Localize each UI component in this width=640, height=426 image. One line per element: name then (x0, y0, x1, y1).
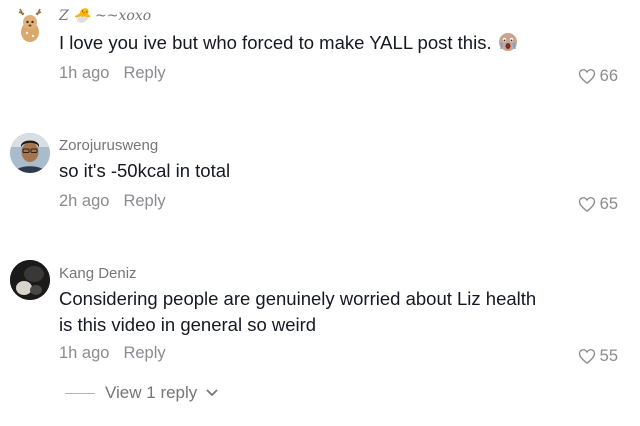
divider-line (65, 392, 95, 394)
person-avatar[interactable] (10, 133, 50, 173)
crying-face-emoji-icon (498, 32, 518, 52)
comment-time: 2h ago (59, 192, 110, 210)
dark-photo-avatar[interactable] (10, 260, 50, 300)
heart-icon (578, 197, 595, 213)
deer-avatar[interactable] (10, 6, 50, 46)
like-count: 65 (599, 195, 618, 213)
like-count: 55 (599, 347, 618, 365)
reply-button[interactable]: Reply (123, 192, 165, 210)
view-replies-label: View 1 reply (105, 383, 198, 402)
comment-meta: 1h ago Reply (59, 64, 166, 83)
chevron-down-icon (206, 389, 218, 397)
reply-button[interactable]: Reply (123, 64, 165, 82)
reply-button[interactable]: Reply (123, 344, 165, 362)
heart-icon (578, 69, 595, 85)
comment-time: 1h ago (59, 344, 110, 362)
comment-meta: 2h ago Reply (59, 192, 166, 211)
comment-username[interactable]: Kang Deniz (59, 265, 137, 282)
comment-text: Considering people are genuinely worried… (59, 286, 579, 338)
like-button[interactable]: 65 (578, 195, 618, 214)
comment-text-line: Considering people are genuinely worried… (59, 288, 537, 309)
comment-meta: 1h ago Reply (59, 344, 166, 363)
comment-text: I love you ive but who forced to make YA… (59, 30, 579, 56)
comment-text-line: is this video in general so weird (59, 314, 317, 335)
heart-icon (578, 349, 595, 365)
comment-time: 1h ago (59, 64, 110, 82)
like-button[interactable]: 66 (578, 67, 618, 86)
comment-text: so it's -50kcal in total (59, 160, 231, 181)
comment-username[interactable]: Zorojurusweng (59, 137, 158, 154)
like-button[interactable]: 55 (578, 347, 618, 366)
comment-username[interactable]: Z 🐣 ~~xoxo (59, 8, 151, 24)
comment-text-content: I love you ive but who forced to make YA… (59, 32, 492, 53)
view-replies-button[interactable]: View 1 reply (65, 383, 219, 403)
like-count: 66 (599, 67, 618, 85)
